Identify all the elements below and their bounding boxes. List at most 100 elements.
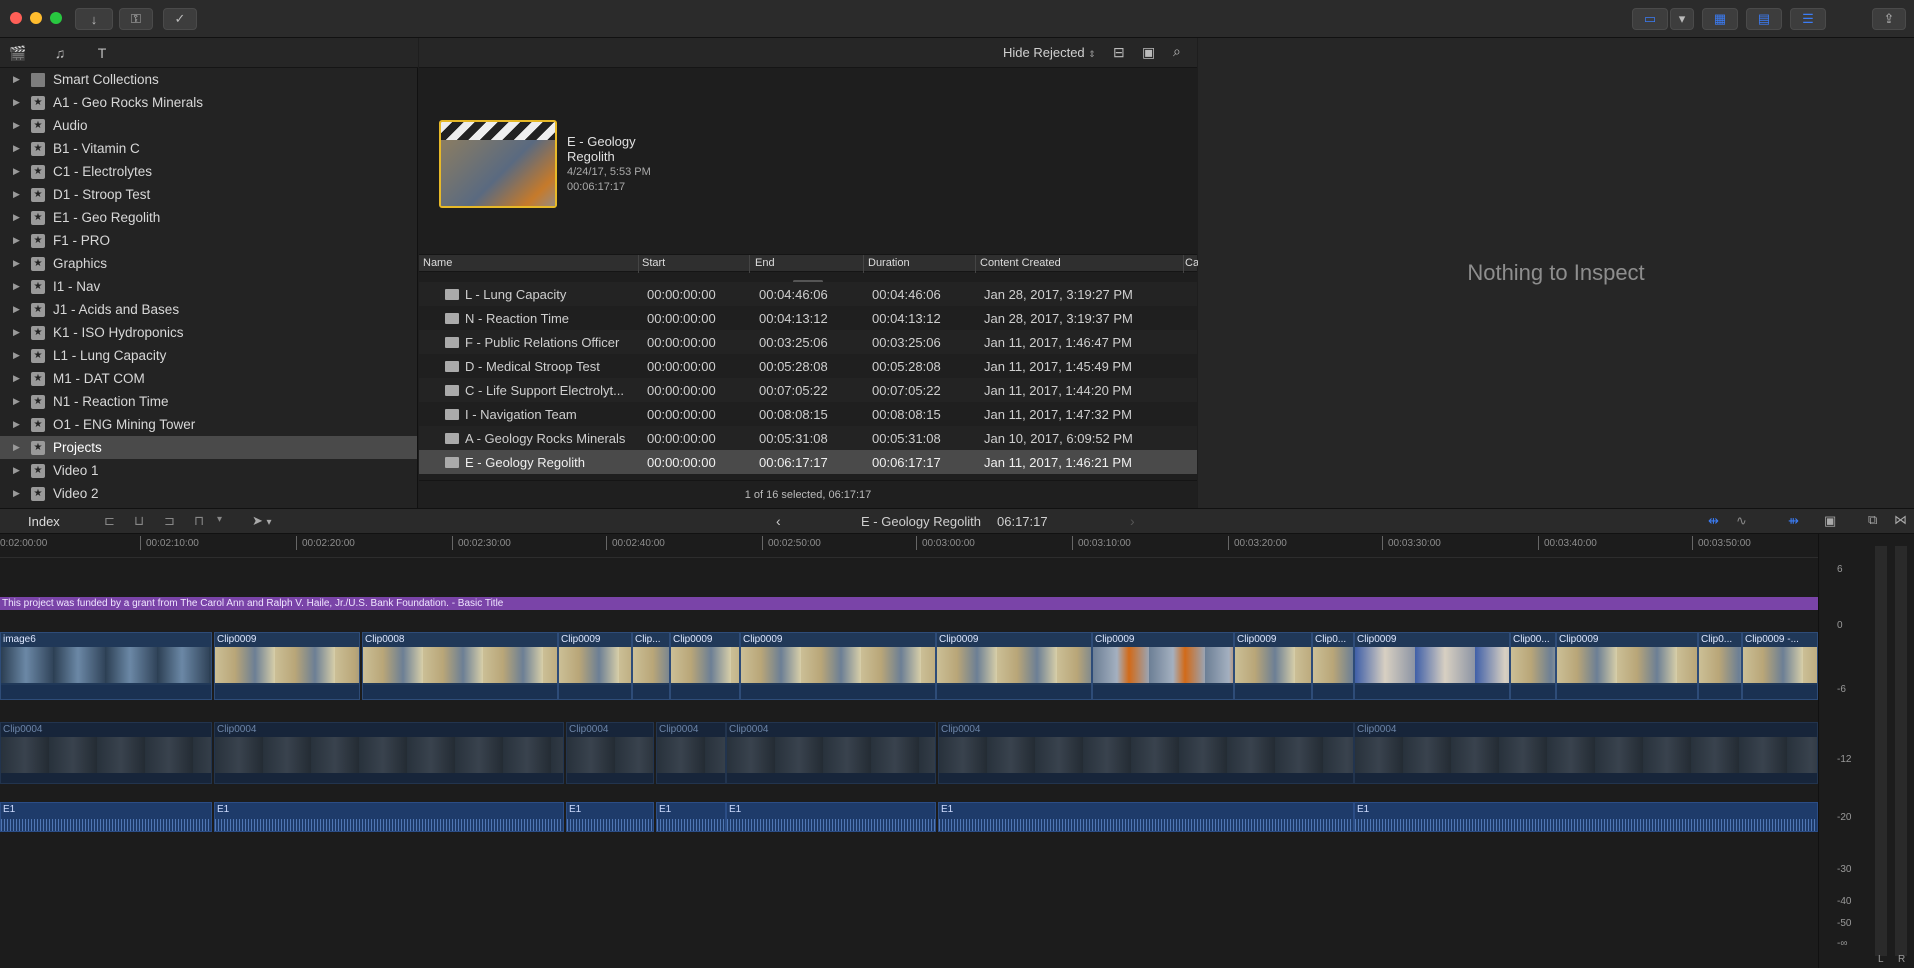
append-button[interactable]: ⊐ (164, 513, 175, 529)
overwrite-button[interactable]: ⊓ (194, 513, 204, 529)
audio-clip[interactable]: E1 (726, 802, 936, 832)
sidebar-item-event[interactable]: ▶ ★ E1 - Geo Regolith (0, 206, 417, 229)
solo-button[interactable]: ⇻ (1788, 513, 1799, 529)
audio-clip[interactable]: E1 (656, 802, 726, 832)
sidebar-item-event[interactable]: ▶ ★ L1 - Lung Capacity (0, 344, 417, 367)
filmstrip-view-button[interactable]: ▣ (1142, 44, 1155, 61)
title-clip[interactable]: This project was funded by a grant from … (0, 597, 1818, 610)
disclosure-triangle-icon[interactable]: ▶ (13, 74, 20, 85)
disclosure-triangle-icon[interactable]: ▶ (13, 212, 20, 223)
column-header-content-created[interactable]: Content Created (980, 257, 1061, 269)
filter-popup[interactable]: Hide Rejected ⇕ (1003, 45, 1096, 60)
timeline-clip[interactable]: Clip0009 (1092, 632, 1234, 700)
table-row[interactable]: C - Life Support Electrolyt... 00:00:00:… (419, 378, 1197, 402)
sidebar-item-event[interactable]: ▶ ★ C1 - Electrolytes (0, 160, 417, 183)
disclosure-triangle-icon[interactable]: ▶ (13, 143, 20, 154)
table-row[interactable]: A - Geology Rocks Minerals 00:00:00:00 0… (419, 426, 1197, 450)
search-button[interactable]: ⌕ (1173, 43, 1181, 60)
column-header-camera[interactable]: Ca (1185, 257, 1199, 269)
transitions-browser-button[interactable]: ⋈ (1894, 512, 1907, 528)
disclosure-triangle-icon[interactable]: ▶ (13, 97, 20, 108)
disclosure-triangle-icon[interactable]: ▶ (13, 281, 20, 292)
sidebar-item-event[interactable]: ▶ ★ J1 - Acids and Bases (0, 298, 417, 321)
timeline-clip[interactable]: Clip... (632, 632, 670, 700)
disclosure-triangle-icon[interactable]: ▶ (13, 235, 20, 246)
disclosure-triangle-icon[interactable]: ▶ (13, 304, 20, 315)
insert-clip-button[interactable]: ⊔ (134, 513, 144, 529)
sidebar-item-event[interactable]: ▶ ★ Audio (0, 114, 417, 137)
timeline-clip[interactable]: Clip0008 (362, 632, 558, 700)
table-row[interactable]: N - Reaction Time 00:00:00:00 00:04:13:1… (419, 306, 1197, 330)
audio-clip[interactable]: E1 (1354, 802, 1818, 832)
timeline-area[interactable]: This project was funded by a grant from … (0, 558, 1818, 968)
browser-toggle-button[interactable]: ▦ (1702, 8, 1738, 30)
audio-clip[interactable]: E1 (938, 802, 1354, 832)
secondary-clip[interactable]: Clip0004 (214, 722, 564, 784)
audio-clip[interactable]: E1 (0, 802, 212, 832)
timeline-ruler[interactable]: 0:02:00:00 00:02:10:00 00:02:20:00 00:02… (0, 534, 1818, 558)
timeline-clip[interactable]: Clip0... (1312, 632, 1354, 700)
table-row[interactable]: I - Navigation Team 00:00:00:00 00:08:08… (419, 402, 1197, 426)
timeline-clip[interactable]: Clip0009 (1556, 632, 1698, 700)
effects-browser-button[interactable]: ⧉ (1868, 512, 1877, 528)
column-header-name[interactable]: Name (423, 257, 452, 269)
view-options-dropdown[interactable]: ▾ (1670, 8, 1694, 30)
timeline-clip[interactable]: Clip0... (1698, 632, 1742, 700)
timeline-clip[interactable]: Clip0009 (214, 632, 360, 700)
sidebar-item-event[interactable]: ▶ ★ A1 - Geo Rocks Minerals (0, 91, 417, 114)
sidebar-item-event[interactable]: ▶ ★ D1 - Stroop Test (0, 183, 417, 206)
sidebar-item-event[interactable]: ▶ ★ F1 - PRO (0, 229, 417, 252)
audio-skimming-button[interactable]: ∿ (1736, 513, 1747, 529)
timeline-clip[interactable]: Clip0009 (1234, 632, 1312, 700)
disclosure-triangle-icon[interactable]: ▶ (13, 120, 20, 131)
keywords-button[interactable]: ⚿ (119, 8, 153, 30)
sidebar-item-event[interactable]: ▶ ★ Graphics (0, 252, 417, 275)
sidebar-item-event[interactable]: ▶ ★ Video 2 (0, 482, 417, 505)
minimize-window-button[interactable] (30, 12, 42, 24)
secondary-clip[interactable]: Clip0004 (656, 722, 726, 784)
sidebar-item-event[interactable]: ▶ ★ Video 1 (0, 459, 417, 482)
sidebar-item-event[interactable]: ▶ ★ M1 - DAT COM (0, 367, 417, 390)
timeline-toggle-button[interactable]: ▤ (1746, 8, 1782, 30)
disclosure-triangle-icon[interactable]: ▶ (13, 373, 20, 384)
sidebar-item-event[interactable]: ▶ ★ B1 - Vitamin C (0, 137, 417, 160)
table-row[interactable]: L - Lung Capacity 00:00:00:00 00:04:46:0… (419, 282, 1197, 306)
titles-generators-tab[interactable]: T (92, 44, 112, 62)
sidebar-item-event[interactable]: ▶ ★ N1 - Reaction Time (0, 390, 417, 413)
sidebar-item-event[interactable]: ▶ ★ K1 - ISO Hydroponics (0, 321, 417, 344)
libraries-tab[interactable]: 🎬 (8, 44, 28, 62)
timeline-clip[interactable]: image6 (0, 632, 212, 700)
sidebar-item-event[interactable]: ▶ ★ O1 - ENG Mining Tower (0, 413, 417, 436)
disclosure-triangle-icon[interactable]: ▶ (13, 166, 20, 177)
clip-appearance-button[interactable]: ⊟ (1113, 44, 1125, 61)
disclosure-triangle-icon[interactable]: ▶ (13, 488, 20, 499)
column-header-start[interactable]: Start (642, 257, 665, 269)
timeline-clip[interactable]: Clip0009 (740, 632, 936, 700)
timeline-clip[interactable]: Clip0009 (558, 632, 632, 700)
inspector-toggle-button[interactable]: ☰ (1790, 8, 1826, 30)
table-row[interactable]: D - Medical Stroop Test 00:00:00:00 00:0… (419, 354, 1197, 378)
disclosure-triangle-icon[interactable]: ▶ (13, 258, 20, 269)
history-back-button[interactable]: ‹ (776, 513, 781, 529)
secondary-clip[interactable]: Clip0004 (566, 722, 654, 784)
sidebar-item-event[interactable]: ▶ ★ I1 - Nav (0, 275, 417, 298)
disclosure-triangle-icon[interactable]: ▶ (13, 189, 20, 200)
secondary-clip[interactable]: Clip0004 (726, 722, 936, 784)
disclosure-triangle-icon[interactable]: ▶ (13, 442, 20, 453)
clip-appearance-timeline-button[interactable]: ▣ (1824, 513, 1836, 529)
sidebar-item-projects[interactable]: ▶ ★ Projects (0, 436, 417, 459)
table-row[interactable]: F - Public Relations Officer 00:00:00:00… (419, 330, 1197, 354)
audio-clip[interactable]: E1 (214, 802, 564, 832)
share-button[interactable]: ⇪ (1872, 8, 1906, 30)
photos-audio-tab[interactable]: ♫ (50, 44, 70, 62)
secondary-clip[interactable]: Clip0004 (0, 722, 212, 784)
timeline-clip[interactable]: Clip00... (1510, 632, 1556, 700)
disclosure-triangle-icon[interactable]: ▶ (13, 327, 20, 338)
table-row-selected[interactable]: E - Geology Regolith 00:00:00:00 00:06:1… (419, 450, 1197, 474)
select-tool-button[interactable]: ➤ ▾ (252, 513, 272, 529)
timeline-clip[interactable]: Clip0009 (936, 632, 1092, 700)
timeline-clip[interactable]: Clip0009 (670, 632, 740, 700)
sidebar-item-smart-collections[interactable]: ▶ Smart Collections (0, 68, 417, 91)
library-view-button[interactable]: ▭ (1632, 8, 1668, 30)
close-window-button[interactable] (10, 12, 22, 24)
